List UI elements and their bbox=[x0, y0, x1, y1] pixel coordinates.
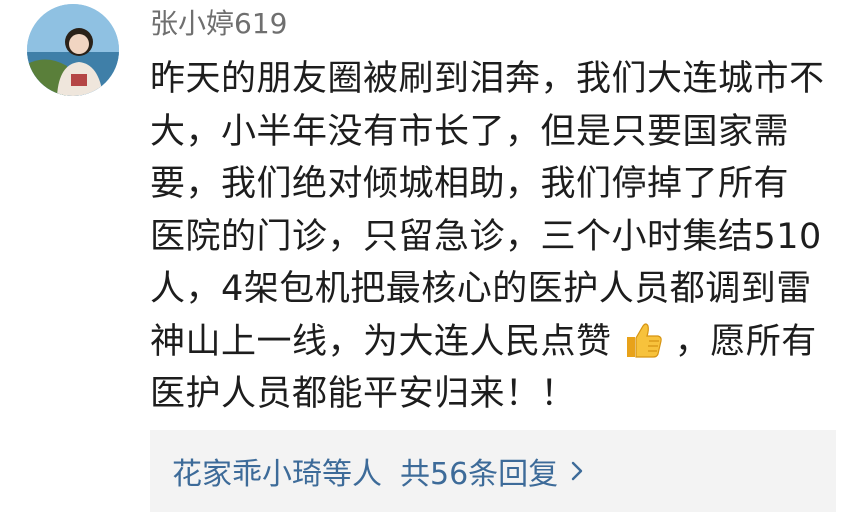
comment-line-part: ，愿所有 bbox=[674, 321, 817, 362]
thumbs-up-emoji-icon bbox=[627, 322, 662, 358]
comment-line: 要，我们绝对倾城相助，我们停掉了所有 bbox=[150, 164, 790, 204]
reply-author-link[interactable]: 花家乖小琦 bbox=[172, 449, 322, 493]
chevron-right-icon bbox=[571, 461, 583, 481]
user-avatar[interactable] bbox=[27, 4, 119, 96]
reply-author-suffix: 等人 bbox=[322, 457, 382, 492]
comment-line: 昨天的朋友圈被刷到泪奔，我们大连城市不 bbox=[150, 59, 825, 99]
comment-line: 人，4架包机把最核心的医护人员都调到雷 bbox=[150, 269, 812, 309]
comment-line-part: 神山上一线，为大连人民点赞 bbox=[150, 321, 612, 362]
comment-line: 医护人员都能平安归来！！ bbox=[150, 374, 577, 414]
comment-body: 昨天的朋友圈被刷到泪奔，我们大连城市不 大，小半年没有市长了，但是只要国家需 要… bbox=[150, 53, 850, 421]
view-replies-button[interactable]: 花家乖小琦 等人 共56条回复 bbox=[150, 430, 836, 512]
reply-count-link[interactable]: 共56条回复 bbox=[400, 449, 558, 493]
comment-line-with-emoji: 神山上一线，为大连人民点赞 ，愿所有 bbox=[150, 316, 850, 369]
avatar-photo-icon bbox=[27, 4, 119, 96]
comment-line: 大，小半年没有市长了，但是只要国家需 bbox=[150, 111, 790, 152]
comment-line: 医院的门诊，只留急诊，三个小时集结510 bbox=[150, 216, 822, 257]
comment-username[interactable]: 张小婷619 bbox=[150, 2, 287, 46]
